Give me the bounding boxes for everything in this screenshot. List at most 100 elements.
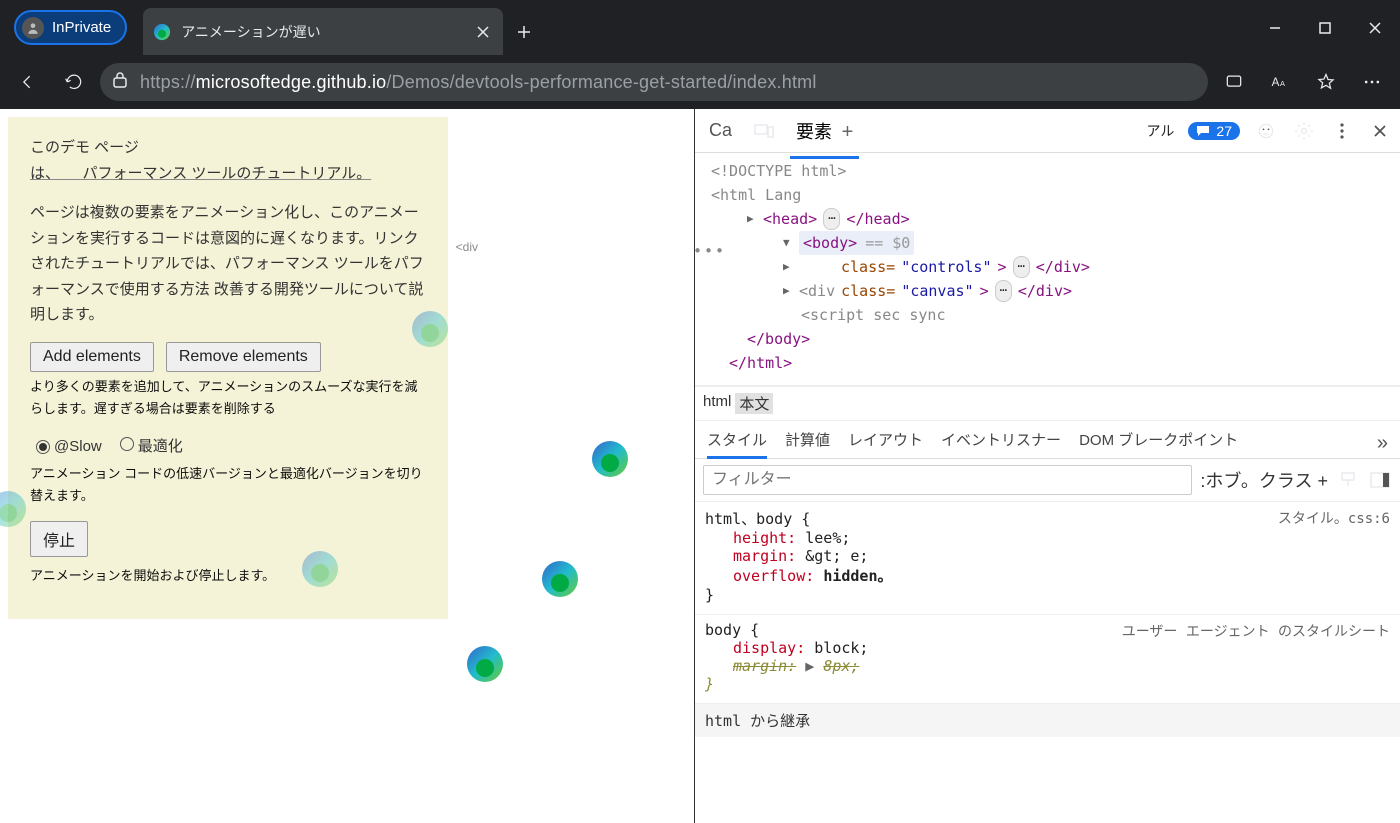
chat-icon: [1196, 125, 1210, 137]
more-tabs-button[interactable]: »: [1377, 432, 1388, 455]
dom-line[interactable]: ▶ class="controls"> ⋯ </div>: [711, 255, 1392, 279]
stop-button[interactable]: 停止: [30, 521, 88, 557]
minimize-button[interactable]: [1250, 0, 1300, 55]
styles-toolbar: :ホブ。クラス +: [695, 459, 1400, 502]
more-button[interactable]: [1330, 119, 1354, 143]
edge-logo-icon: [590, 439, 630, 479]
dom-tree[interactable]: <!DOCTYPE html> <html Lang ▶ <head> ⋯ </…: [695, 153, 1400, 386]
favorites-button[interactable]: [1306, 62, 1346, 102]
inspect-element-button[interactable]: Ca: [703, 114, 738, 147]
dom-line[interactable]: <!DOCTYPE html>: [711, 159, 1392, 183]
css-rule[interactable]: スタイル。css:6 html、body { height: lee%; mar…: [695, 502, 1400, 615]
edge-logo-icon: [300, 549, 340, 589]
edge-logo-icon: [410, 309, 450, 349]
app-install-button[interactable]: [1214, 62, 1254, 102]
css-declaration[interactable]: overflow: hidden。: [705, 565, 1390, 586]
inspector-overlay-tag: <div: [456, 237, 478, 257]
add-elements-button[interactable]: Add elements: [30, 342, 154, 372]
address-bar[interactable]: https://microsoftedge.github.io/Demos/de…: [100, 63, 1208, 101]
device-toolbar-button[interactable]: [752, 119, 776, 143]
tab-close-button[interactable]: [473, 22, 493, 42]
description-text: ページは複数の要素をアニメーション化し、このアニメーションを実行するコードは意図…: [30, 200, 426, 328]
new-tab-button[interactable]: [507, 8, 541, 55]
brush-icon: [1339, 471, 1357, 489]
speed-radio-group: @Slow 最適化: [36, 434, 426, 460]
gear-icon: [1294, 121, 1314, 141]
radio-icon: [36, 440, 50, 454]
refresh-button[interactable]: [54, 62, 94, 102]
feedback-button[interactable]: [1254, 119, 1278, 143]
dom-line[interactable]: <html Lang: [711, 183, 1392, 207]
radio-slow[interactable]: @Slow: [36, 434, 102, 460]
settings-button[interactable]: [1292, 119, 1316, 143]
settings-menu-button[interactable]: [1352, 62, 1392, 102]
smiley-icon: [1256, 121, 1276, 141]
dom-line[interactable]: </html>: [711, 351, 1392, 375]
tab-title: アニメーションが遅い: [181, 22, 320, 42]
elements-tab[interactable]: 要素 +: [790, 112, 859, 150]
close-window-button[interactable]: [1350, 0, 1400, 55]
window-controls: [1250, 0, 1400, 55]
issues-badge[interactable]: 27: [1188, 122, 1240, 140]
new-style-rule-button[interactable]: [1336, 468, 1360, 492]
radio-help-text: アニメーション コードの低速バージョンと最適化バージョンを切り替えます。: [30, 463, 426, 507]
css-rule[interactable]: ユーザー エージェント のスタイルシート body { display: blo…: [695, 615, 1400, 704]
svg-text:A: A: [1280, 79, 1285, 88]
hov-cls-button[interactable]: :ホブ。クラス +: [1200, 467, 1328, 493]
maximize-button[interactable]: [1300, 0, 1350, 55]
close-icon: [1373, 124, 1387, 138]
browser-toolbar: https://microsoftedge.github.io/Demos/de…: [0, 55, 1400, 109]
tab-layout[interactable]: レイアウト: [848, 429, 923, 458]
dom-line[interactable]: </body>: [711, 327, 1392, 351]
breadcrumb-item[interactable]: html: [703, 393, 731, 414]
back-button[interactable]: [8, 62, 48, 102]
dom-line[interactable]: ▶ <div class="canvas"> ⋯ </div>: [711, 279, 1392, 303]
tab-computed[interactable]: 計算値: [785, 429, 830, 458]
rule-source-link[interactable]: スタイル。css:6: [1278, 508, 1390, 528]
person-icon: [26, 21, 40, 35]
minimize-icon: [1268, 21, 1282, 35]
radio-optimized[interactable]: 最適化: [120, 434, 183, 460]
edge-icon: [153, 23, 171, 41]
inprivate-label: InPrivate: [52, 19, 111, 36]
tab-dom-breakpoints[interactable]: DOM ブレークポイント: [1079, 429, 1238, 458]
close-devtools-button[interactable]: [1368, 119, 1392, 143]
css-declaration[interactable]: display: block;: [705, 639, 1390, 657]
maximize-icon: [1319, 22, 1331, 34]
app-icon: [1224, 72, 1244, 92]
more-icon: •••: [693, 239, 726, 263]
dom-line[interactable]: ▶ <head> ⋯ </head>: [711, 207, 1392, 231]
edge-logo-icon: [540, 559, 580, 599]
dom-line-selected[interactable]: ▼ <body> == $0: [747, 231, 1392, 255]
tab-event-listeners[interactable]: イベントリスナー: [941, 429, 1061, 458]
devtools-right-label[interactable]: アル: [1147, 121, 1175, 141]
dom-breadcrumb[interactable]: html 本文: [695, 386, 1400, 421]
close-icon: [477, 26, 489, 38]
close-icon: [1368, 21, 1382, 35]
toggle-pane-button[interactable]: [1368, 468, 1392, 492]
inprivate-badge[interactable]: InPrivate: [14, 10, 127, 45]
lock-icon: [112, 71, 128, 94]
devtools-panel: Ca 要素 + アル 27: [694, 109, 1400, 823]
star-icon: [1316, 72, 1336, 92]
tab-styles[interactable]: スタイル: [707, 429, 767, 458]
ellipsis-icon: ⋯: [995, 280, 1012, 301]
css-declaration[interactable]: height: lee%;: [705, 529, 1390, 547]
edge-logo-icon: [0, 489, 28, 529]
styles-rules[interactable]: スタイル。css:6 html、body { height: lee%; mar…: [695, 502, 1400, 823]
breadcrumb-item[interactable]: 本文: [735, 393, 773, 414]
css-declaration[interactable]: margin: &gt; e;: [705, 547, 1390, 565]
styles-filter-input[interactable]: [703, 465, 1192, 495]
text-size-icon: AA: [1270, 72, 1290, 92]
browser-tab[interactable]: アニメーションが遅い: [143, 8, 503, 55]
read-aloud-button[interactable]: AA: [1260, 62, 1300, 102]
stop-help-text: アニメーションを開始および停止します。: [30, 565, 426, 587]
remove-elements-button[interactable]: Remove elements: [166, 342, 321, 372]
ellipsis-icon: ⋯: [1013, 256, 1030, 277]
refresh-icon: [64, 72, 84, 92]
arrow-left-icon: [18, 72, 38, 92]
devices-icon: [754, 123, 774, 139]
dom-line[interactable]: <script sec sync: [711, 303, 1392, 327]
plus-icon: +: [836, 121, 853, 143]
css-declaration-overridden[interactable]: margin: ▶ 8px;: [705, 657, 1390, 675]
